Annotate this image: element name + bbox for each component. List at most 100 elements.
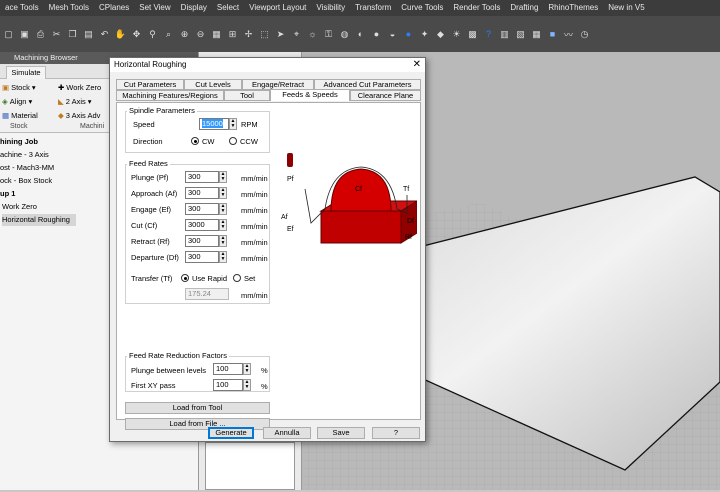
tab-machining-features[interactable]: Machining Features/Regions: [116, 90, 224, 101]
material-button[interactable]: ▦ Material: [2, 111, 38, 120]
three-axis-adv-button[interactable]: ◆ 3 Axis Adv: [58, 111, 100, 120]
menu-item[interactable]: Drafting: [505, 0, 543, 16]
sun-icon[interactable]: ☀: [450, 28, 463, 41]
tab-cut-parameters[interactable]: Cut Parameters: [116, 79, 184, 90]
history-icon[interactable]: ◷: [578, 28, 591, 41]
feed-rate-field[interactable]: 300: [185, 187, 219, 199]
open-icon[interactable]: ▢: [2, 28, 15, 41]
tab-simulate[interactable]: Simulate: [6, 66, 46, 79]
machining-group-label: Machini: [80, 123, 105, 130]
menu-item[interactable]: Display: [176, 0, 212, 16]
material-sphere-icon[interactable]: ●: [402, 28, 415, 41]
menu-item[interactable]: Visibility: [311, 0, 350, 16]
zoom-window-icon[interactable]: ⌕: [162, 28, 175, 41]
menu-item[interactable]: Viewport Layout: [244, 0, 311, 16]
load-from-tool-button[interactable]: Load from Tool: [125, 402, 270, 414]
pan-icon[interactable]: ✋: [114, 28, 127, 41]
work-zero-button[interactable]: ✚ Work Zero: [58, 83, 101, 92]
cancel-button[interactable]: Annulla: [263, 427, 311, 439]
menu-item[interactable]: RhinoThemes: [543, 0, 603, 16]
ghosted-icon[interactable]: ◒: [386, 28, 399, 41]
shaded-icon[interactable]: ◐: [354, 28, 367, 41]
tree-item-stock[interactable]: ock - Box Stock: [0, 175, 52, 187]
layer-icon[interactable]: ▥: [498, 28, 511, 41]
ccw-radio[interactable]: [229, 137, 237, 145]
rotate-icon[interactable]: ✥: [130, 28, 143, 41]
feed-rate-field[interactable]: 300: [185, 171, 219, 183]
wireframe-icon[interactable]: ◍: [338, 28, 351, 41]
menu-item[interactable]: Select: [212, 0, 244, 16]
close-icon[interactable]: ✕: [413, 58, 421, 72]
feed-rate-spinner[interactable]: ▲ ▼: [219, 235, 227, 247]
options-icon[interactable]: ▩: [466, 28, 479, 41]
zoom-selected-icon[interactable]: ⊖: [194, 28, 207, 41]
align-button[interactable]: ◈ Align ▾: [2, 97, 32, 106]
menu-item[interactable]: Mesh Tools: [44, 0, 94, 16]
viewport-grid-icon[interactable]: ▦: [210, 28, 223, 41]
two-axis-button[interactable]: ◣ 2 Axis ▾: [58, 97, 92, 106]
speed-spinner[interactable]: ▲ ▼: [229, 118, 237, 130]
menu-item[interactable]: Curve Tools: [396, 0, 448, 16]
feed-rate-field[interactable]: 300: [185, 235, 219, 247]
tree-item-job[interactable]: hining Job: [0, 136, 38, 148]
tree-item-setup[interactable]: up 1: [0, 188, 15, 200]
lock-icon[interactable]: ⚿: [322, 28, 335, 41]
feed-rate-spinner[interactable]: ▲ ▼: [219, 219, 227, 231]
properties-icon[interactable]: ▧: [514, 28, 527, 41]
select-icon[interactable]: ⬚: [258, 28, 271, 41]
menu-item[interactable]: New in V5: [603, 0, 649, 16]
first-xy-field[interactable]: 100: [213, 379, 243, 391]
display-mode-icon[interactable]: ■: [546, 28, 559, 41]
print-icon[interactable]: ⎙: [34, 28, 47, 41]
move-icon[interactable]: ✢: [242, 28, 255, 41]
tree-item-machine[interactable]: achine - 3 Axis: [0, 149, 49, 161]
paste-icon[interactable]: ▤: [82, 28, 95, 41]
undo-icon[interactable]: ↶: [98, 28, 111, 41]
speed-field[interactable]: 15000: [199, 118, 229, 130]
set-radio[interactable]: [233, 274, 241, 282]
rendered-icon[interactable]: ●: [370, 28, 383, 41]
zoom-extents-icon[interactable]: ⊕: [178, 28, 191, 41]
plunge-levels-field[interactable]: 100: [213, 363, 243, 375]
menu-item[interactable]: CPlanes: [94, 0, 134, 16]
cursor-icon[interactable]: ➤: [274, 28, 287, 41]
tree-item-work-zero[interactable]: Work Zero: [2, 201, 37, 213]
snap-icon[interactable]: ⌖: [290, 28, 303, 41]
copy-icon[interactable]: ❐: [66, 28, 79, 41]
zoom-icon[interactable]: ⚲: [146, 28, 159, 41]
tab-cut-levels[interactable]: Cut Levels: [184, 79, 242, 90]
tab-clearance-plane[interactable]: Clearance Plane: [350, 90, 421, 101]
help-button[interactable]: ?: [372, 427, 420, 439]
menu-item[interactable]: Transform: [350, 0, 396, 16]
use-rapid-radio[interactable]: [181, 274, 189, 282]
cut-icon[interactable]: ✂: [50, 28, 63, 41]
grid-icon[interactable]: ▦: [530, 28, 543, 41]
environment-icon[interactable]: ◆: [434, 28, 447, 41]
generate-button[interactable]: Generate: [208, 427, 254, 439]
stock-button[interactable]: ▣ Stock ▾: [2, 83, 36, 92]
curve-icon[interactable]: 〰: [562, 28, 575, 41]
first-xy-spinner[interactable]: ▲ ▼: [243, 379, 251, 391]
feed-rate-spinner[interactable]: ▲ ▼: [219, 203, 227, 215]
menu-item[interactable]: Render Tools: [448, 0, 505, 16]
menu-item[interactable]: Set View: [134, 0, 175, 16]
feed-rate-spinner[interactable]: ▲ ▼: [219, 251, 227, 263]
light-icon[interactable]: ☼: [306, 28, 319, 41]
cw-radio[interactable]: [191, 137, 199, 145]
help-icon[interactable]: ?: [482, 28, 495, 41]
save-button[interactable]: Save: [317, 427, 365, 439]
menu-item[interactable]: ace Tools: [0, 0, 44, 16]
feed-rate-field[interactable]: 3000: [185, 219, 219, 231]
tab-tool[interactable]: Tool: [224, 90, 270, 101]
cplane-icon[interactable]: ⊞: [226, 28, 239, 41]
render-icon[interactable]: ✦: [418, 28, 431, 41]
tab-feeds-speeds[interactable]: Feeds & Speeds: [270, 89, 350, 101]
feed-rate-field[interactable]: 300: [185, 251, 219, 263]
feed-rate-field[interactable]: 300: [185, 203, 219, 215]
tree-item-post[interactable]: ost - Mach3-MM: [0, 162, 54, 174]
tree-item-horizontal-roughing[interactable]: Horizontal Roughing: [2, 214, 76, 226]
save-icon[interactable]: ▣: [18, 28, 31, 41]
feed-rate-spinner[interactable]: ▲ ▼: [219, 187, 227, 199]
feed-rate-spinner[interactable]: ▲ ▼: [219, 171, 227, 183]
plunge-levels-spinner[interactable]: ▲ ▼: [243, 363, 251, 375]
